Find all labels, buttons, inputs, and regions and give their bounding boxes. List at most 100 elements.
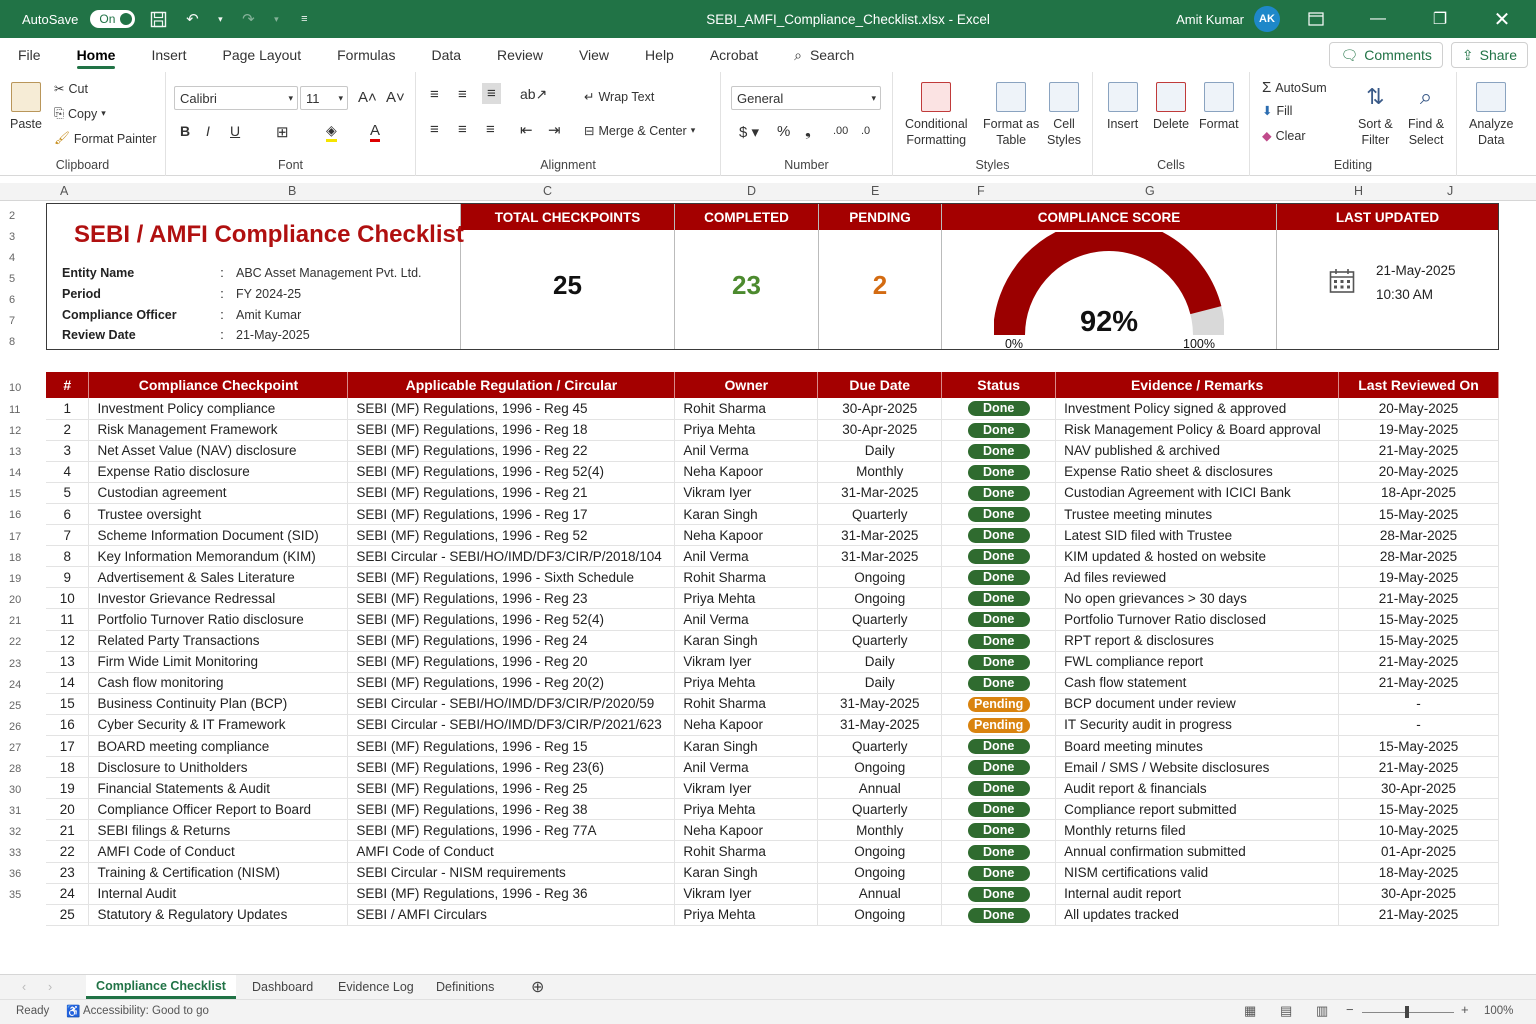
cell-due-date[interactable]: Ongoing (817, 862, 943, 884)
align-bottom-icon[interactable]: ≡ (482, 83, 501, 104)
zoom-slider-handle[interactable] (1405, 1006, 1409, 1018)
cell-owner[interactable]: Anil Verma (674, 545, 819, 568)
cell-due-date[interactable]: Ongoing (817, 904, 943, 926)
zoom-level[interactable]: 100% (1484, 1005, 1513, 1017)
cell-checkpoint[interactable]: Investor Grievance Redressal (88, 587, 349, 610)
row-header[interactable]: 22 (9, 636, 21, 648)
cell-number[interactable]: 10 (46, 587, 90, 610)
cell-regulation[interactable]: SEBI (MF) Regulations, 1996 - Reg 23(6) (347, 756, 676, 779)
accessibility-status[interactable]: Accessibility: Good to go (83, 1005, 209, 1017)
normal-view-icon[interactable]: ▦ (1244, 1003, 1256, 1019)
cell-number[interactable]: 4 (46, 461, 90, 483)
cell-checkpoint[interactable]: Risk Management Framework (88, 419, 349, 441)
cell-regulation[interactable]: SEBI Circular - SEBI/HO/IMD/DF3/CIR/P/20… (347, 545, 676, 568)
cell-evidence[interactable]: Audit report & financials (1055, 777, 1340, 800)
cell-due-date[interactable]: Ongoing (817, 587, 943, 610)
italic-icon[interactable]: I (206, 123, 210, 139)
undo-dropdown-icon[interactable]: ▾ (215, 8, 225, 30)
menu-acrobat[interactable]: Acrobat (692, 38, 776, 72)
cell-regulation[interactable]: SEBI (MF) Regulations, 1996 - Reg 36 (347, 883, 676, 905)
menu-formulas[interactable]: Formulas (319, 38, 413, 72)
cell-due-date[interactable]: Quarterly (817, 630, 943, 652)
cell-last-reviewed[interactable]: 21-May-2025 (1338, 904, 1499, 926)
cell-regulation[interactable]: SEBI (MF) Regulations, 1996 - Reg 77A (347, 819, 676, 842)
menu-view[interactable]: View (561, 38, 627, 72)
cell-status[interactable]: Done (941, 777, 1057, 800)
cell-owner[interactable]: Neha Kapoor (674, 819, 819, 842)
cell-due-date[interactable]: Ongoing (817, 566, 943, 589)
cell-status[interactable]: Done (941, 482, 1057, 504)
cell-evidence[interactable]: KIM updated & hosted on website (1055, 545, 1340, 568)
header-status[interactable]: Status (941, 372, 1057, 398)
cell-status[interactable]: Done (941, 608, 1057, 631)
row-header[interactable]: 31 (9, 805, 21, 817)
cell-status[interactable]: Done (941, 545, 1057, 568)
cell-evidence[interactable]: IT Security audit in progress (1055, 714, 1340, 737)
header-checkpoint[interactable]: Compliance Checkpoint (88, 372, 349, 398)
cell-checkpoint[interactable]: Custodian agreement (88, 482, 349, 504)
row-header[interactable]: 21 (9, 615, 21, 627)
cell-regulation[interactable]: AMFI Code of Conduct (347, 840, 676, 863)
decrease-indent-icon[interactable]: ⇤ (520, 121, 533, 139)
cell-checkpoint[interactable]: Trustee oversight (88, 503, 349, 526)
row-header[interactable]: 30 (9, 784, 21, 796)
cell-checkpoint[interactable]: Training & Certification (NISM) (88, 862, 349, 884)
find-select-button[interactable]: ⌕ Find & Select (1408, 82, 1444, 148)
cell-owner[interactable]: Priya Mehta (674, 904, 819, 926)
cell-last-reviewed[interactable]: 01-Apr-2025 (1338, 840, 1499, 863)
decrease-font-icon[interactable]: A˅ (386, 89, 405, 106)
undo-icon[interactable]: ↶ (181, 8, 203, 30)
cell-last-reviewed[interactable]: 10-May-2025 (1338, 819, 1499, 842)
cell-owner[interactable]: Karan Singh (674, 503, 819, 526)
font-size-select[interactable]: 11 ▾ (300, 86, 348, 110)
cell-number[interactable]: 15 (46, 693, 90, 715)
cell-owner[interactable]: Neha Kapoor (674, 461, 819, 483)
cell-owner[interactable]: Rohit Sharma (674, 840, 819, 863)
cell-last-reviewed[interactable]: 19-May-2025 (1338, 419, 1499, 441)
cell-due-date[interactable]: Quarterly (817, 798, 943, 821)
cell-due-date[interactable]: Ongoing (817, 756, 943, 779)
cell-evidence[interactable]: Latest SID filed with Trustee (1055, 524, 1340, 547)
cell-checkpoint[interactable]: Scheme Information Document (SID) (88, 524, 349, 547)
cell-status[interactable]: Done (941, 883, 1057, 905)
cell-checkpoint[interactable]: Related Party Transactions (88, 630, 349, 652)
cell-evidence[interactable]: Risk Management Policy & Board approval (1055, 419, 1340, 441)
header-owner[interactable]: Owner (674, 372, 819, 398)
cell-owner[interactable]: Karan Singh (674, 735, 819, 758)
cell-due-date[interactable]: Daily (817, 440, 943, 462)
menu-insert[interactable]: Insert (133, 38, 204, 72)
cell-number[interactable]: 17 (46, 735, 90, 758)
column-header[interactable]: G (1145, 184, 1155, 198)
cell-checkpoint[interactable]: Firm Wide Limit Monitoring (88, 651, 349, 673)
format-cells-button[interactable]: Format (1199, 82, 1239, 132)
borders-icon[interactable]: ⊞ (276, 123, 289, 141)
column-header[interactable]: D (747, 184, 756, 198)
customize-toolbar-icon[interactable]: ≡ (293, 8, 315, 30)
cell-owner[interactable]: Rohit Sharma (674, 693, 819, 715)
page-break-view-icon[interactable]: ▥ (1316, 1003, 1328, 1019)
row-header[interactable]: 14 (9, 467, 21, 479)
cell-number[interactable]: 11 (46, 608, 90, 631)
cell-regulation[interactable]: SEBI (MF) Regulations, 1996 - Reg 18 (347, 419, 676, 441)
increase-font-icon[interactable]: A˄ (358, 89, 377, 106)
autosave-toggle[interactable]: On (90, 10, 136, 28)
cell-status[interactable]: Done (941, 461, 1057, 483)
cell-evidence[interactable]: Cash flow statement (1055, 672, 1340, 694)
cell-checkpoint[interactable]: Net Asset Value (NAV) disclosure (88, 440, 349, 462)
cell-status[interactable]: Pending (941, 714, 1057, 737)
merge-center-button[interactable]: ⊟ Merge & Center ▾ (584, 123, 695, 139)
period-value[interactable]: FY 2024-25 (236, 287, 301, 301)
currency-icon[interactable]: $ ▾ (739, 123, 759, 141)
cell-checkpoint[interactable]: Expense Ratio disclosure (88, 461, 349, 483)
cell-due-date[interactable]: 30-Apr-2025 (817, 419, 943, 441)
row-header[interactable]: 27 (9, 742, 21, 754)
cell-last-reviewed[interactable]: 21-May-2025 (1338, 440, 1499, 462)
cell-due-date[interactable]: Monthly (817, 819, 943, 842)
cell-last-reviewed[interactable]: 18-May-2025 (1338, 862, 1499, 884)
cell-regulation[interactable]: SEBI (MF) Regulations, 1996 - Reg 22 (347, 440, 676, 462)
row-header[interactable]: 36 (9, 868, 21, 880)
cell-last-reviewed[interactable]: 21-May-2025 (1338, 651, 1499, 673)
cell-regulation[interactable]: SEBI (MF) Regulations, 1996 - Reg 25 (347, 777, 676, 800)
copy-button[interactable]: ⎘ Copy ▾ (54, 106, 106, 121)
cell-last-reviewed[interactable]: 15-May-2025 (1338, 735, 1499, 758)
